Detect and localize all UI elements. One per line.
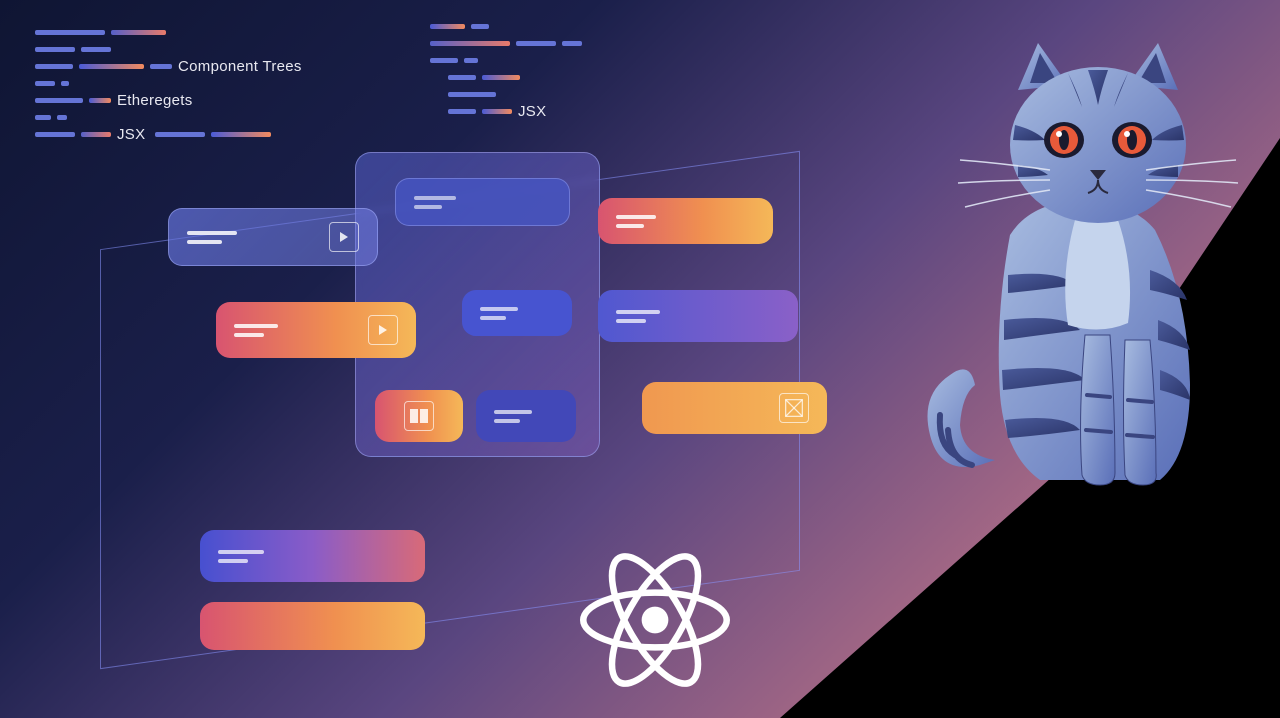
- component-card: [598, 198, 773, 244]
- component-card: [168, 208, 378, 266]
- component-card: [395, 178, 570, 226]
- label-jsx-right: JSX: [518, 103, 546, 120]
- split-icon: [404, 401, 434, 431]
- component-card: [216, 302, 416, 358]
- component-card: [462, 290, 572, 336]
- code-labels-right: JSX: [430, 22, 730, 124]
- component-card: [476, 390, 576, 442]
- placeholder-icon: [779, 393, 809, 423]
- component-card: [642, 382, 827, 434]
- component-card: [200, 602, 425, 650]
- component-card: [200, 530, 425, 582]
- play-icon: [329, 222, 359, 252]
- component-card: [598, 290, 798, 342]
- label-etheregets: Etheregets: [117, 92, 193, 109]
- cat-illustration: [900, 35, 1250, 505]
- react-logo-icon: [580, 545, 730, 695]
- play-icon: [368, 315, 398, 345]
- code-labels-left: Component Trees Etheregets JSX: [35, 28, 355, 147]
- label-component-trees: Component Trees: [178, 58, 302, 75]
- component-card: [375, 390, 463, 442]
- label-jsx-left: JSX: [117, 126, 145, 143]
